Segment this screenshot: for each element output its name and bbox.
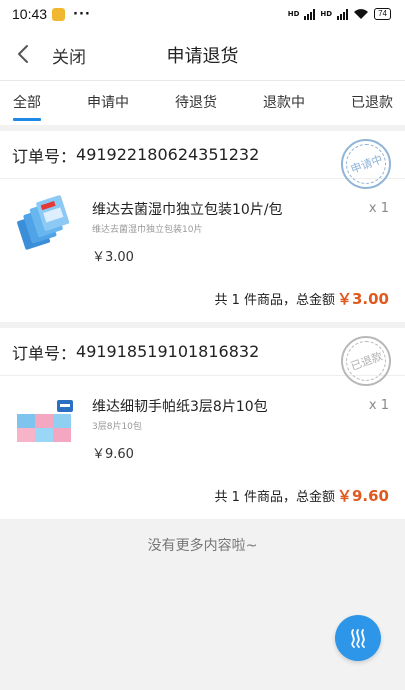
order-card[interactable]: 订单号： 491918519101816832 已退款 维达细韧手帕纸3层8片1… [0, 328, 405, 519]
order-number-label: 订单号： [12, 146, 77, 166]
header: 关闭 申请退货 [0, 28, 405, 80]
no-more-text: 没有更多内容啦~ [147, 538, 258, 554]
order-summary: 共 1 件商品，总金额 ￥3.00 [0, 274, 405, 322]
notification-app-icon [52, 7, 66, 21]
product-spec: 3层8片10包 [92, 422, 142, 432]
product-quantity: x 1 [368, 398, 389, 413]
chevron-left-icon[interactable] [12, 42, 36, 66]
status-indicators: HD HD 74 [288, 8, 391, 20]
order-card[interactable]: 订单号： 491922180624351232 申请中 维达去菌湿巾独立包装10… [0, 131, 405, 322]
floating-action-button[interactable] [335, 615, 381, 661]
product-price: ￥3.00 [92, 250, 134, 265]
summary-text: 共 1 件商品，总金额 [214, 489, 335, 505]
product-row[interactable]: 维达细韧手帕纸3层8片10包 x 1 3层8片10包 ￥9.60 [0, 376, 405, 471]
signal-icon [304, 8, 316, 20]
status-time: 10:43 [12, 6, 48, 22]
order-summary: 共 1 件商品，总金额 ￥9.60 [0, 471, 405, 519]
tab-refunded[interactable]: 已退款 [351, 81, 393, 125]
wifi-icon [354, 9, 369, 19]
product-row[interactable]: 维达去菌湿巾独立包装10片/包 x 1 维达去菌湿巾独立包装10片 ￥3.00 [0, 179, 405, 274]
signal-icon [337, 8, 349, 20]
product-image [17, 195, 70, 250]
product-quantity: x 1 [368, 201, 389, 216]
tab-all[interactable]: 全部 [13, 81, 41, 125]
tab-pending-return[interactable]: 待退货 [175, 81, 217, 125]
product-price: ￥9.60 [92, 447, 134, 462]
order-number-label: 订单号： [12, 343, 77, 363]
total-amount: ￥9.60 [336, 486, 389, 505]
close-button[interactable]: 关闭 [52, 43, 86, 68]
product-image [17, 400, 73, 442]
product-name: 维达去菌湿巾独立包装10片/包 [92, 202, 283, 218]
tab-applying[interactable]: 申请中 [87, 81, 129, 125]
order-number: 491922180624351232 [76, 145, 260, 164]
more-notifications-icon: ··· [73, 6, 91, 22]
battery-icon: 74 [374, 8, 391, 20]
product-spec: 维达去菌湿巾独立包装10片 [92, 225, 203, 235]
total-amount: ￥3.00 [336, 289, 389, 308]
summary-text: 共 1 件商品，总金额 [214, 292, 335, 308]
hd-label-1: HD [287, 9, 300, 18]
filter-tabs: 全部 申请中 待退货 退款中 已退款 [0, 81, 405, 125]
tab-refunding[interactable]: 退款中 [263, 81, 305, 125]
wave-icon [351, 629, 365, 648]
order-number: 491918519101816832 [76, 342, 260, 361]
product-name: 维达细韧手帕纸3层8片10包 [92, 399, 268, 415]
status-bar: 10:43 ··· HD HD 74 [0, 0, 405, 28]
hd-label-2: HD [320, 9, 333, 18]
